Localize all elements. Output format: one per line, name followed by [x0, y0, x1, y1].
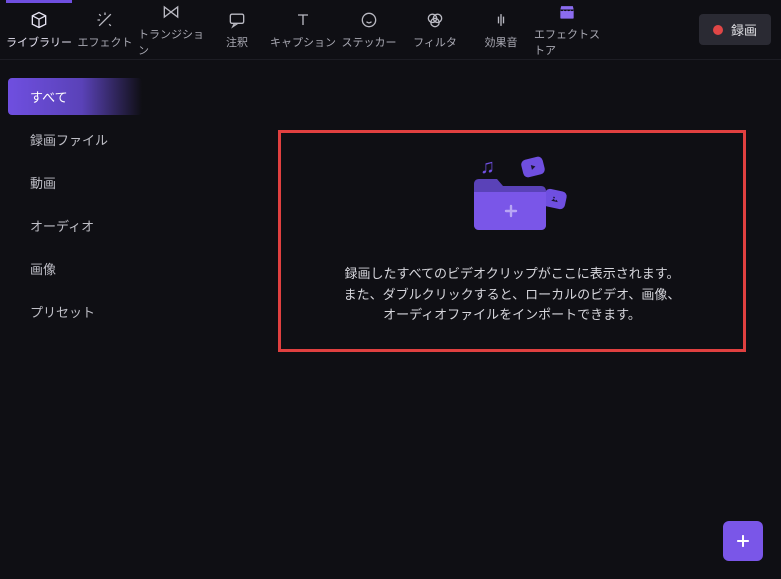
sidebar: すべて 録画ファイル 動画 オーディオ 画像 プリセット: [0, 60, 150, 579]
tab-effects[interactable]: エフェクト: [72, 0, 138, 59]
tab-label: キャプション: [270, 34, 336, 50]
tab-sticker[interactable]: ステッカー: [336, 0, 402, 59]
sidebar-item-recfile[interactable]: 録画ファイル: [8, 121, 142, 158]
record-label: 録画: [731, 20, 757, 39]
sidebar-item-label: すべて: [30, 90, 68, 105]
text-icon: [293, 10, 313, 30]
tab-label: ライブラリー: [6, 34, 72, 50]
dropzone-text: 録画したすべてのビデオクリップがここに表示されます。また、ダブルクリックすると、…: [341, 264, 683, 326]
tab-annotate[interactable]: 注釈: [204, 0, 270, 59]
tab-label: エフェクト: [78, 34, 133, 50]
smile-icon: [359, 10, 379, 30]
tab-label: フィルタ: [413, 34, 457, 50]
toolbar-spacer: [600, 0, 699, 59]
tab-label: トランジション: [138, 26, 204, 58]
tab-library[interactable]: ライブラリー: [6, 0, 72, 59]
sidebar-item-image[interactable]: 画像: [8, 250, 142, 287]
plus-icon: [733, 531, 753, 551]
filter-icon: [425, 10, 445, 30]
chat-icon: [227, 10, 247, 30]
sound-icon: [491, 10, 511, 30]
sidebar-item-label: プリセット: [30, 305, 95, 320]
top-toolbar: ライブラリー エフェクト トランジション 注釈 キャプション ステッカー: [0, 0, 781, 60]
sidebar-item-preset[interactable]: プリセット: [8, 293, 142, 330]
tab-label: ステッカー: [342, 34, 397, 50]
sidebar-item-video[interactable]: 動画: [8, 164, 142, 201]
tab-caption[interactable]: キャプション: [270, 0, 336, 59]
sidebar-item-label: オーディオ: [30, 219, 94, 234]
tab-effect-store[interactable]: エフェクトストア: [534, 0, 600, 59]
record-button[interactable]: 録画: [699, 14, 771, 45]
store-icon: [557, 2, 577, 22]
main-panel: ♫ 録画したすべてのビデオクリップがここに表示されます。また、ダブルクリックする…: [150, 60, 781, 579]
sidebar-item-all[interactable]: すべて: [8, 78, 142, 115]
cube-icon: [29, 10, 49, 30]
tab-transition[interactable]: トランジション: [138, 0, 204, 59]
record-dot-icon: [713, 25, 723, 35]
folder-icon: [472, 174, 548, 232]
folder-illustration: ♫: [452, 156, 572, 246]
sidebar-item-label: 録画ファイル: [30, 133, 108, 148]
tab-label: エフェクトストア: [534, 26, 600, 58]
tab-sound[interactable]: 効果音: [468, 0, 534, 59]
body: すべて 録画ファイル 動画 オーディオ 画像 プリセット ♫: [0, 60, 781, 579]
tab-label: 効果音: [485, 34, 518, 50]
tab-filter[interactable]: フィルタ: [402, 0, 468, 59]
wand-icon: [95, 10, 115, 30]
sidebar-item-audio[interactable]: オーディオ: [8, 207, 142, 244]
sidebar-item-label: 動画: [30, 176, 56, 191]
add-fab-button[interactable]: [723, 521, 763, 561]
import-dropzone[interactable]: ♫ 録画したすべてのビデオクリップがここに表示されます。また、ダブルクリックする…: [278, 130, 746, 352]
sidebar-item-label: 画像: [30, 262, 56, 277]
tab-label: 注釈: [226, 34, 248, 50]
transition-icon: [161, 2, 181, 22]
